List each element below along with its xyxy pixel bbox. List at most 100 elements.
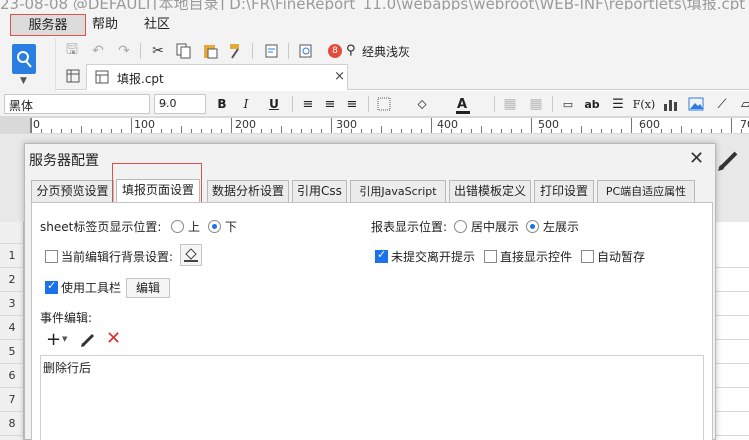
more-icon[interactable]: ▱ <box>736 94 749 114</box>
event-list[interactable]: 删除行后 <box>40 355 704 440</box>
report-pos-center-label[interactable]: 居中展示 <box>471 218 519 235</box>
pen-icon[interactable] <box>716 147 742 173</box>
file-tab-close-icon[interactable]: × <box>334 69 345 84</box>
row-bg-color-button[interactable] <box>180 244 202 266</box>
ruler-tick <box>181 126 182 133</box>
ruler-tick <box>161 129 162 133</box>
align-left-icon[interactable]: ≡ <box>298 94 318 114</box>
file-tab[interactable]: 填报.cpt × <box>86 64 348 90</box>
cell[interactable] <box>716 412 749 436</box>
chevron-down-icon[interactable]: ▼ <box>20 76 27 86</box>
border-icon[interactable] <box>374 94 394 114</box>
row-header[interactable]: 2 <box>0 268 24 292</box>
tab-ref-javascript[interactable]: 引用JavaScript <box>350 180 446 202</box>
preview-icon[interactable] <box>296 41 316 61</box>
formula-icon[interactable]: F(x) <box>633 94 655 114</box>
use-toolbar-checkbox[interactable] <box>45 279 58 294</box>
link-icon[interactable]: ▭ <box>558 94 578 114</box>
cut-icon[interactable]: ✂ <box>148 41 168 61</box>
split-cells-icon[interactable]: ▦ <box>526 94 546 114</box>
ruler-tick <box>581 126 582 133</box>
chevron-down-icon: ⌵ <box>159 97 168 110</box>
autosave-label: 自动暂存 <box>597 250 646 264</box>
ruler-tick <box>171 129 172 133</box>
tab-error-template[interactable]: 出错模板定义 <box>449 180 531 202</box>
edit-toolbar-button[interactable]: 编辑 <box>126 278 170 298</box>
align-right-icon[interactable]: ≡ <box>342 94 362 114</box>
notification-badge[interactable]: 8 <box>328 44 342 58</box>
cell[interactable] <box>716 292 749 316</box>
row-header[interactable]: 4 <box>0 316 24 340</box>
cell[interactable] <box>716 244 749 268</box>
theme-label[interactable]: 经典浅灰 <box>362 43 410 60</box>
copy-icon[interactable] <box>174 41 194 61</box>
tab-pc-adaptive[interactable]: PC端自适应属性 <box>597 180 695 202</box>
row-bg-checkbox[interactable] <box>45 250 58 263</box>
paste-icon[interactable] <box>200 41 220 61</box>
ruler-tick <box>201 129 202 133</box>
undo-icon[interactable]: ↶ <box>88 41 108 61</box>
sheet-tag-top-radio[interactable] <box>171 220 184 233</box>
font-size-select[interactable]: 9.0 ⌵ <box>154 94 206 114</box>
merge-cells-icon[interactable]: ▦ <box>500 94 520 114</box>
tab-pagination-preview[interactable]: 分页预览设置 <box>31 180 114 202</box>
fill-color-icon[interactable]: ⬦ <box>412 94 432 114</box>
row-header[interactable]: 5 <box>0 340 24 364</box>
row-header[interactable]: 7 <box>0 388 24 412</box>
tab-ref-css[interactable]: 引用Css <box>292 180 347 202</box>
ruler-tick <box>381 126 382 133</box>
redo-icon[interactable]: ↷ <box>114 41 134 61</box>
row-header[interactable]: 6 <box>0 364 24 388</box>
add-event-icon[interactable]: + <box>46 331 61 349</box>
theme-icon[interactable]: ⚲ <box>346 43 356 58</box>
cell[interactable] <box>716 340 749 364</box>
delete-event-icon[interactable]: ✕ <box>106 329 121 349</box>
underline-icon[interactable]: U <box>264 94 284 114</box>
grid-icon[interactable] <box>66 69 80 86</box>
font-select[interactable]: 黑体 ⌵ <box>4 94 150 114</box>
edit-event-icon[interactable] <box>80 332 96 351</box>
autosave-checkbox[interactable] <box>581 250 594 263</box>
sheet-tag-bottom-radio[interactable] <box>208 220 221 233</box>
slash-icon[interactable]: ⟋ <box>712 94 732 114</box>
close-icon[interactable]: ✕ <box>689 148 704 169</box>
cell[interactable] <box>716 316 749 340</box>
row-header[interactable]: 8 <box>0 412 24 436</box>
report-pos-left-radio[interactable] <box>526 220 539 233</box>
report-pos-center-radio[interactable] <box>454 220 467 233</box>
direct-widget-checkbox[interactable] <box>484 250 497 263</box>
tab-data-analysis[interactable]: 数据分析设置 <box>207 180 289 202</box>
ruler-tick <box>731 118 732 133</box>
menu-community[interactable]: 社区 <box>136 14 178 36</box>
text-widget-icon[interactable]: ab <box>582 94 602 114</box>
template-search-icon[interactable] <box>12 44 36 74</box>
sheet-tag-bottom-label[interactable]: 下 <box>225 218 237 235</box>
cell[interactable] <box>716 268 749 292</box>
tab-print-settings[interactable]: 打印设置 <box>534 180 594 202</box>
image-icon[interactable] <box>686 94 706 114</box>
align-center-icon[interactable]: ≡ <box>320 94 340 114</box>
chart-icon[interactable] <box>660 94 680 114</box>
template-properties-icon[interactable] <box>262 41 282 61</box>
unsubmitted-checkbox[interactable] <box>375 248 388 263</box>
chevron-down-icon[interactable]: ▼ <box>62 335 67 343</box>
menu-server[interactable]: 服务器 <box>10 14 86 36</box>
italic-icon[interactable]: I <box>236 94 256 114</box>
format-painter-icon[interactable] <box>226 41 246 61</box>
ruler-band: 0 100 200 300 400 500 600 700 <box>0 117 749 134</box>
bold-icon[interactable]: B <box>212 94 232 114</box>
report-pos-left-label[interactable]: 左展示 <box>543 218 579 235</box>
ruler-tick <box>721 129 722 133</box>
ruler-tick <box>631 118 632 133</box>
align-text-icon[interactable]: ☰ <box>608 94 628 114</box>
visible-cells[interactable] <box>716 222 749 440</box>
sheet-tag-top-label[interactable]: 上 <box>188 218 200 235</box>
ruler-tick <box>591 129 592 133</box>
menu-help[interactable]: 帮助 <box>84 14 126 36</box>
event-item[interactable]: 删除行后 <box>43 359 91 376</box>
row-header[interactable]: 3 <box>0 292 24 316</box>
cell[interactable] <box>716 364 749 388</box>
save-icon[interactable]: 🖫 <box>62 41 82 61</box>
cell[interactable] <box>716 388 749 412</box>
row-header[interactable]: 1 <box>0 244 24 268</box>
